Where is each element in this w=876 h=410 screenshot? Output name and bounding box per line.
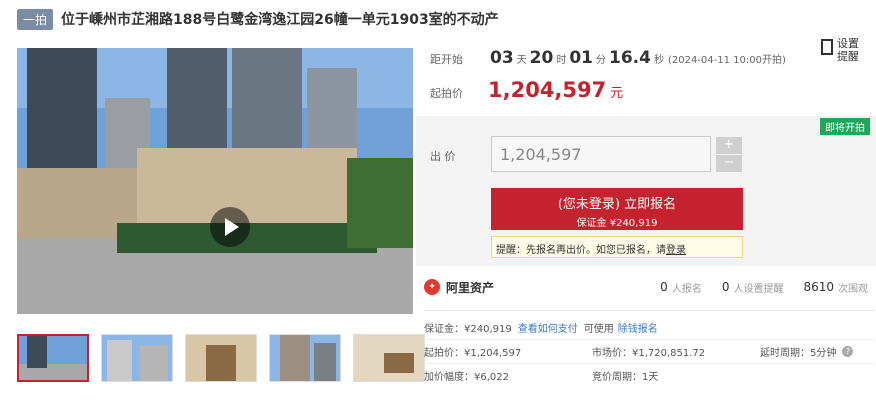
- start-price-detail: 起拍价：¥1,204,597: [424, 348, 522, 359]
- decrease-bid-button[interactable]: −: [716, 155, 742, 172]
- countdown-label: 距开始: [430, 53, 463, 66]
- thumbnail[interactable]: [17, 334, 89, 382]
- bid-increment: 加价幅度：¥6,022: [424, 372, 509, 383]
- register-deposit-label: 保证金 ¥240,919: [576, 218, 658, 229]
- status-badge: 即将开拍: [820, 118, 870, 135]
- can-use-label: 可使用: [583, 323, 614, 335]
- registrants-label: 人报名: [671, 283, 702, 295]
- page-title: 位于嵊州市芷湘路188号白鹭金湾逸江园26幢一单元1903室的不动产: [61, 12, 499, 28]
- help-icon[interactable]: ?: [842, 346, 854, 357]
- ali-assets-logo-icon: ✦: [424, 279, 440, 295]
- market-price: 市场价：¥1,720,851.72: [592, 348, 706, 359]
- start-time: (2024-04-11 10:00开拍): [667, 55, 786, 66]
- set-reminder-label: 设置提醒: [837, 37, 859, 63]
- auction-round-badge: 一拍: [17, 8, 54, 30]
- start-price-label: 起拍价: [430, 87, 463, 100]
- auction-details: 保证金：¥240,919 查看如何支付 可使用 除钱报名 起拍价：¥1,204,…: [424, 310, 874, 387]
- countdown-days: 03: [490, 48, 514, 68]
- title-bar: 一拍 位于嵊州市芷湘路188号白鹭金湾逸江园26幢一单元1903室的不动产: [17, 8, 499, 30]
- login-link[interactable]: 登录: [666, 245, 686, 256]
- thumbnail[interactable]: [269, 334, 341, 382]
- countdown-seconds: 16.4: [609, 48, 651, 68]
- views-count: 8610: [803, 280, 834, 294]
- thumbnail[interactable]: [185, 334, 257, 382]
- thumbnail[interactable]: [101, 334, 173, 382]
- tip-text: 提醒：先报名再出价。如您已报名，请: [496, 245, 666, 256]
- countdown-minutes-unit: 分: [596, 55, 607, 66]
- countdown-seconds-unit: 秒: [653, 55, 664, 66]
- bidding-period: 竞价周期：1天: [592, 372, 659, 383]
- bid-input[interactable]: 1,204,597: [491, 136, 711, 172]
- bid-panel: 即将开拍 出 价 1,204,597 + − (您未登录) 立即报名 保证金 ¥…: [416, 116, 876, 266]
- bid-label: 出 价: [430, 150, 456, 163]
- start-price-unit: 元: [610, 86, 624, 101]
- deduct-link[interactable]: 除钱报名: [618, 320, 658, 335]
- main-image[interactable]: [17, 48, 413, 314]
- stats-bar: ✦ 阿里资产 0 人报名 0 人设置提醒 8610 次围观: [424, 276, 868, 298]
- set-reminder-button[interactable]: 设置提醒: [821, 37, 863, 67]
- reminder-tip: 提醒：先报名再出价。如您已报名，请登录: [491, 236, 743, 258]
- phone-icon: [821, 39, 833, 55]
- thumbnail[interactable]: [353, 334, 425, 382]
- countdown-minutes: 01: [569, 48, 594, 68]
- deposit: 保证金：¥240,919: [424, 323, 512, 335]
- views-label: 次围观: [838, 283, 868, 295]
- building-photo: [17, 48, 413, 314]
- thumbnail-strip: [17, 334, 425, 382]
- how-to-pay-link[interactable]: 查看如何支付: [518, 320, 578, 335]
- countdown-hours: 20: [529, 48, 554, 68]
- countdown-panel: 距开始 03 天 20 时 01 分 16.4 秒 (2024-04-11 10…: [430, 48, 786, 102]
- increase-bid-button[interactable]: +: [716, 137, 742, 154]
- delay-period: 延时周期：5分钟: [760, 348, 837, 359]
- register-button-label: (您未登录) 立即报名: [557, 197, 677, 212]
- countdown-hours-unit: 时: [556, 55, 567, 66]
- start-price-value: 1,204,597: [488, 78, 607, 102]
- countdown-days-unit: 天: [516, 55, 527, 66]
- play-video-button[interactable]: [210, 207, 250, 247]
- reminders-count: 0: [721, 280, 730, 294]
- register-button[interactable]: (您未登录) 立即报名 保证金 ¥240,919: [491, 188, 743, 230]
- reminders-label: 人设置提醒: [733, 283, 784, 295]
- registrants-count: 0: [660, 280, 668, 294]
- ali-assets-logo: 阿里资产: [446, 280, 495, 295]
